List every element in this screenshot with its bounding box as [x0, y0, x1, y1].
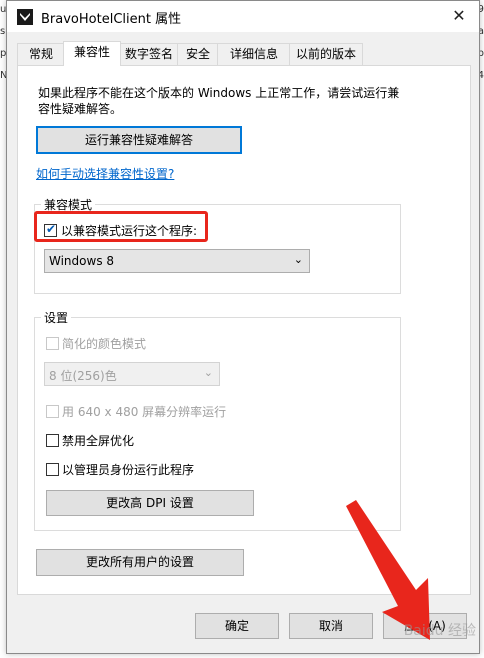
reduced-color-checkbox[interactable] — [46, 337, 59, 350]
run-as-admin-label: 以管理员身份运行此程序 — [62, 463, 195, 477]
window-title: BravoHotelClient 属性 — [41, 12, 182, 27]
os-version-dropdown[interactable]: Windows 8 ⌄ — [44, 249, 310, 273]
run-as-admin-checkbox[interactable] — [46, 463, 59, 476]
tab-security[interactable]: 安全 — [177, 43, 219, 65]
manual-settings-link[interactable]: 如何手动选择兼容性设置? — [36, 165, 174, 182]
change-dpi-button[interactable]: 更改高 DPI 设置 — [46, 490, 254, 516]
tab-compatibility[interactable]: 兼容性 — [63, 41, 121, 66]
close-button[interactable]: ✕ — [447, 5, 471, 27]
fullscreen-opt-label: 禁用全屏优化 — [62, 434, 135, 448]
tab-digital-signatures[interactable]: 数字签名 — [119, 43, 179, 65]
resolution-label: 用 640 x 480 屏幕分辨率运行 — [62, 405, 227, 419]
chevron-down-icon: ⌄ — [203, 366, 213, 379]
watermark: Baidu 经验 — [403, 623, 476, 639]
tab-previous-versions[interactable]: 以前的版本 — [289, 43, 363, 65]
fullscreen-opt-checkbox[interactable] — [46, 434, 59, 447]
chevron-down-icon: ⌄ — [293, 253, 303, 266]
properties-dialog: BravoHotelClient 属性 ✕ 常规 兼容性 数字签名 安全 详细信… — [6, 0, 480, 654]
run-troubleshooter-button[interactable]: 运行兼容性疑难解答 — [36, 126, 242, 154]
reduced-color-label: 简化的颜色模式 — [62, 337, 147, 351]
os-version-value: Windows 8 — [49, 254, 115, 268]
color-depth-value: 8 位(256)色 — [49, 369, 117, 383]
highlight-box — [34, 211, 208, 242]
tab-details[interactable]: 详细信息 — [217, 43, 291, 65]
tab-general[interactable]: 常规 — [17, 43, 65, 65]
title-bar[interactable]: BravoHotelClient 属性 ✕ — [7, 1, 479, 32]
resolution-checkbox[interactable] — [46, 405, 59, 418]
intro-line-2: 容性疑难解答。 — [38, 102, 123, 116]
compatibility-panel: 如果此程序不能在这个版本的 Windows 上正常工作，请尝试运行兼 容性疑难解… — [17, 65, 471, 595]
app-icon — [17, 9, 33, 25]
color-depth-dropdown[interactable]: 8 位(256)色 ⌄ — [44, 362, 220, 386]
change-all-users-button[interactable]: 更改所有用户的设置 — [36, 549, 244, 576]
cancel-button[interactable]: 取消 — [289, 613, 373, 639]
bg-char: s — [0, 26, 6, 37]
ok-button[interactable]: 确定 — [195, 613, 279, 639]
intro-line-1: 如果此程序不能在这个版本的 Windows 上正常工作，请尝试运行兼 — [38, 86, 400, 100]
settings-label: 设置 — [41, 309, 72, 326]
